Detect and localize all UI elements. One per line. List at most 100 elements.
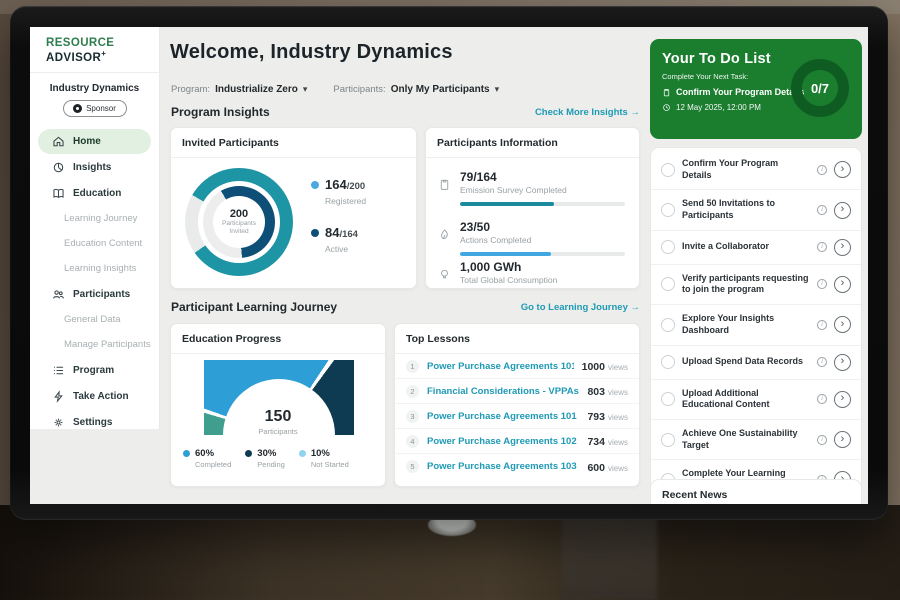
lesson-link[interactable]: Power Purchase Agreements 101 bbox=[427, 361, 574, 372]
info-icon[interactable]: i bbox=[817, 165, 827, 175]
task-checkbox[interactable] bbox=[661, 163, 675, 177]
section-title: Participant Learning Journey bbox=[171, 300, 337, 314]
sidebar-item-program[interactable]: Program bbox=[38, 358, 151, 383]
program-filter[interactable]: Program:Industrialize Zero▾ bbox=[171, 79, 307, 97]
task-checkbox[interactable] bbox=[661, 240, 675, 254]
views-suffix: views bbox=[608, 464, 628, 473]
clipboard-icon bbox=[662, 88, 671, 97]
emission-survey-label: Emission Survey Completed bbox=[460, 185, 625, 195]
recent-news-card: Recent News bbox=[650, 479, 862, 504]
page-title: Welcome, Industry Dynamics bbox=[170, 41, 453, 64]
info-icon[interactable]: i bbox=[817, 242, 827, 252]
sidebar-item-learning-insights[interactable]: Learning Insights bbox=[38, 257, 151, 281]
legend-completed: 60%Completed bbox=[183, 448, 231, 469]
sidebar-item-label: Learning Journey bbox=[64, 213, 137, 224]
lesson-link[interactable]: Power Purchase Agreements 102 bbox=[427, 436, 579, 447]
sidebar-item-general-data[interactable]: General Data bbox=[38, 308, 151, 332]
sidebar-item-home[interactable]: Home bbox=[38, 129, 151, 154]
completed-label: Completed bbox=[195, 460, 231, 469]
sidebar-item-education[interactable]: Education bbox=[38, 181, 151, 206]
task-checkbox[interactable] bbox=[661, 392, 675, 406]
participants-filter[interactable]: Participants:Only My Participants▾ bbox=[333, 79, 499, 97]
lesson-link[interactable]: Power Purchase Agreements 103 bbox=[427, 461, 579, 472]
active-dot-icon bbox=[311, 229, 319, 237]
list-icon bbox=[52, 364, 65, 377]
gauge-value: 150 bbox=[171, 408, 385, 426]
donut-legend: 164/200 Registered 84/164 Active bbox=[311, 176, 366, 272]
sidebar-item-insights[interactable]: Insights bbox=[38, 155, 151, 180]
sidebar-item-manage-participants[interactable]: Manage Participants bbox=[38, 333, 151, 357]
card-title: Invited Participants bbox=[171, 128, 416, 158]
todo-task-list: Confirm Your Program Details i › Send 50… bbox=[650, 147, 862, 504]
sidebar-item-label: Education bbox=[73, 188, 121, 199]
gauge-value-label: Participants bbox=[171, 427, 385, 436]
sidebar-item-participants[interactable]: Participants bbox=[38, 282, 151, 307]
task-chevron-button[interactable]: › bbox=[834, 202, 851, 219]
lesson-views: 600 bbox=[587, 462, 605, 474]
sidebar-item-take-action[interactable]: Take Action bbox=[38, 384, 151, 409]
monitor-bezel: RESOURCE ADVISOR+ Industry Dynamics Spon… bbox=[10, 6, 888, 520]
dashboard-screen: RESOURCE ADVISOR+ Industry Dynamics Spon… bbox=[30, 27, 868, 504]
legend-not-started: 10%Not Started bbox=[299, 448, 349, 469]
task-chevron-button[interactable]: › bbox=[834, 391, 851, 408]
task-chevron-button[interactable]: › bbox=[834, 316, 851, 333]
task-checkbox[interactable] bbox=[661, 355, 675, 369]
check-more-insights-link[interactable]: Check More Insights → bbox=[535, 107, 640, 118]
sidebar-item-learning-journey[interactable]: Learning Journey bbox=[38, 207, 151, 231]
actions-completed-value: 23/50 bbox=[460, 220, 625, 234]
task-row: Explore Your Insights Dashboard i › bbox=[651, 305, 861, 345]
sidebar-menu: Home Insights Education Learning Journey… bbox=[30, 129, 159, 435]
task-row: Achieve One Sustainability Target i › bbox=[651, 420, 861, 460]
lesson-link[interactable]: Power Purchase Agreements 101 bbox=[427, 411, 579, 422]
task-checkbox[interactable] bbox=[661, 433, 675, 447]
lesson-link[interactable]: Financial Considerations - VPPAs bbox=[427, 386, 579, 397]
clock-icon bbox=[662, 103, 671, 112]
info-icon[interactable]: i bbox=[817, 394, 827, 404]
lesson-row: 2 Financial Considerations - VPPAs 803vi… bbox=[395, 379, 639, 404]
task-chevron-button[interactable]: › bbox=[834, 431, 851, 448]
task-checkbox[interactable] bbox=[661, 203, 675, 217]
filter-bar: Program:Industrialize Zero▾ Participants… bbox=[171, 79, 499, 97]
not-started-dot-icon bbox=[299, 450, 306, 457]
card-title: Education Progress bbox=[171, 324, 385, 354]
task-row: Upload Spend Data Records i › bbox=[651, 346, 861, 380]
task-row: Verify participants requesting to join t… bbox=[651, 265, 861, 305]
sidebar-item-label: Home bbox=[73, 136, 101, 147]
participants-information-card: Participants Information 79/164 Emission… bbox=[425, 127, 640, 289]
task-checkbox[interactable] bbox=[661, 277, 675, 291]
pending-dot-icon bbox=[245, 450, 252, 457]
info-icon[interactable]: i bbox=[817, 435, 827, 445]
todo-summary-panel: Your To Do List Complete Your Next Task:… bbox=[650, 39, 862, 139]
todo-progress-ring: 0/7 bbox=[791, 59, 849, 117]
sidebar-item-education-content[interactable]: Education Content bbox=[38, 232, 151, 256]
go-to-learning-journey-link[interactable]: Go to Learning Journey → bbox=[521, 302, 640, 313]
card-title: Top Lessons bbox=[395, 324, 639, 354]
info-icon[interactable]: i bbox=[817, 279, 827, 289]
task-label: Upload Spend Data Records bbox=[682, 356, 810, 368]
rank-badge: 3 bbox=[406, 410, 419, 423]
registered-denominator: /200 bbox=[347, 181, 366, 192]
sidebar-item-settings[interactable]: Settings bbox=[38, 410, 151, 435]
task-chevron-button[interactable]: › bbox=[834, 276, 851, 293]
task-checkbox[interactable] bbox=[661, 318, 675, 332]
task-chevron-button[interactable]: › bbox=[834, 239, 851, 256]
info-icon[interactable]: i bbox=[817, 205, 827, 215]
program-filter-value: Industrialize Zero bbox=[215, 84, 298, 95]
lesson-row: 1 Power Purchase Agreements 101 1000view… bbox=[395, 354, 639, 379]
info-icon[interactable]: i bbox=[817, 320, 827, 330]
sponsor-icon bbox=[73, 104, 82, 113]
rank-badge: 1 bbox=[406, 360, 419, 373]
lesson-views: 803 bbox=[587, 386, 605, 398]
lesson-views: 1000 bbox=[582, 361, 605, 373]
task-row: Upload Additional Educational Content i … bbox=[651, 380, 861, 420]
task-row: Invite a Collaborator i › bbox=[651, 231, 861, 265]
sponsor-badge[interactable]: Sponsor bbox=[63, 100, 127, 117]
info-icon[interactable]: i bbox=[817, 357, 827, 367]
registered-label: Registered bbox=[325, 196, 366, 206]
bulb-icon bbox=[438, 268, 451, 281]
task-chevron-button[interactable]: › bbox=[834, 161, 851, 178]
not-started-label: Not Started bbox=[311, 460, 349, 469]
legend-active: 84/164 Active bbox=[311, 224, 366, 254]
book-icon bbox=[52, 187, 65, 200]
task-chevron-button[interactable]: › bbox=[834, 354, 851, 371]
